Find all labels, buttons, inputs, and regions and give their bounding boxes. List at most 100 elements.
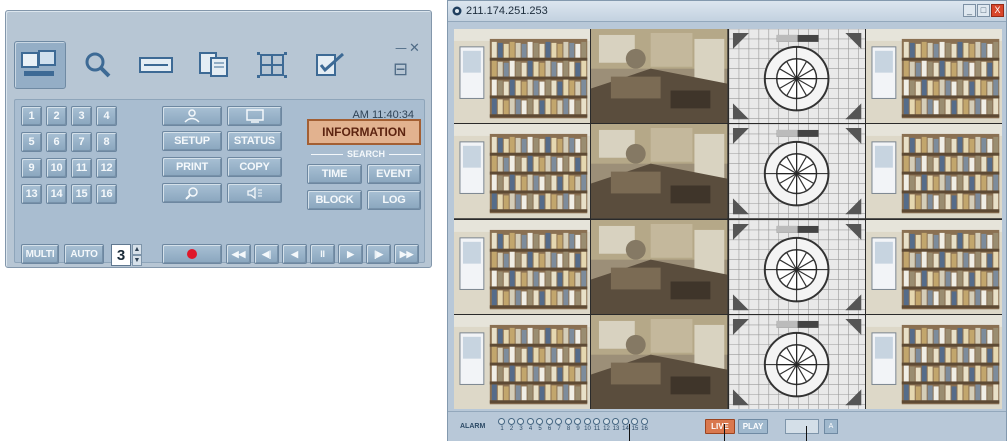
channel-button[interactable]: 4 <box>96 106 117 126</box>
log-search-button[interactable]: LOG <box>367 190 421 210</box>
alarm-led <box>574 418 581 425</box>
alarm-number: 1 <box>500 426 504 432</box>
channel-button[interactable]: 1 <box>21 106 42 126</box>
live-button[interactable]: LIVE <box>705 419 735 434</box>
camera-select-button[interactable] <box>162 106 222 126</box>
multi-screen-button[interactable] <box>246 41 298 89</box>
recorder-icon <box>139 57 173 73</box>
alarm-number: 8 <box>566 426 571 432</box>
camera-view-bookshelf[interactable] <box>454 124 591 219</box>
camera-view-bookshelf[interactable] <box>865 29 1002 124</box>
information-button[interactable]: INFORMATION <box>307 119 421 145</box>
annotation-tick <box>724 424 725 441</box>
spin-up-icon[interactable]: ▲ <box>132 244 142 255</box>
channel-button[interactable]: 7 <box>71 132 92 152</box>
record-button[interactable] <box>162 244 222 264</box>
channel-button[interactable]: 5 <box>21 132 42 152</box>
zoom-button[interactable] <box>162 183 222 203</box>
camera-view-office[interactable] <box>591 124 728 219</box>
auto-button[interactable]: AUTO <box>64 244 104 264</box>
camera-view-bookshelf[interactable] <box>865 219 1002 314</box>
fast-forward-icon[interactable]: ▶▶ <box>394 244 419 264</box>
step-back-icon[interactable]: ◀| <box>254 244 279 264</box>
alarm-led <box>545 418 553 425</box>
alarm-led <box>526 418 534 425</box>
close-icon[interactable]: ✕ <box>409 41 420 56</box>
camera-view-test-pattern[interactable] <box>728 124 865 219</box>
split-count-field[interactable]: 3 <box>111 244 131 266</box>
search-button[interactable] <box>72 41 124 89</box>
restore-icon[interactable]: ⊟ <box>393 59 408 80</box>
camera-view-bookshelf[interactable] <box>454 219 591 314</box>
print-button[interactable]: PRINT <box>162 157 222 177</box>
status-small-button[interactable]: A <box>824 419 838 434</box>
setup-button[interactable]: SETUP <box>162 131 222 151</box>
status-bar: ALARM 1 2 3 4 5 6 7 8 9 10 11 12 13 14 15 16 LIVE PLAY … <box>448 411 1006 441</box>
multi-button[interactable]: MULTI <box>21 244 59 264</box>
camera-view-office[interactable] <box>591 29 728 124</box>
camera-view-test-pattern[interactable] <box>728 219 865 314</box>
alarm-led <box>593 418 600 425</box>
viewer-window: 211.174.251.253 _ □ X ALARM 1 2 3 4 5 6 7 8 9 10 1… <box>447 0 1007 441</box>
channel-button[interactable]: 9 <box>21 158 42 178</box>
live-view-button[interactable] <box>14 41 66 89</box>
rewind-icon[interactable]: ◀◀ <box>226 244 251 264</box>
app-icon <box>452 6 462 16</box>
search-label: SEARCH <box>347 149 386 159</box>
checklist-icon <box>316 52 344 76</box>
camera-view-bookshelf[interactable] <box>865 314 1002 409</box>
channel-button[interactable]: 12 <box>96 158 117 178</box>
copy-button[interactable]: COPY <box>227 157 282 177</box>
time-search-button[interactable]: TIME <box>307 164 362 184</box>
monitor-select-button[interactable] <box>227 106 282 126</box>
pause-icon[interactable]: II <box>310 244 335 264</box>
alarm-led <box>631 418 638 425</box>
alarm-number: 5 <box>538 426 542 432</box>
channel-button[interactable]: 16 <box>96 184 117 204</box>
channel-button[interactable]: 13 <box>21 184 42 204</box>
channel-button[interactable]: 15 <box>71 184 92 204</box>
window-controls: — ✕ ⊟ <box>385 41 425 89</box>
channel-button[interactable]: 8 <box>96 132 117 152</box>
camera-view-bookshelf[interactable] <box>454 314 591 409</box>
maximize-button[interactable]: □ <box>977 4 990 17</box>
audio-button[interactable] <box>227 183 282 203</box>
record-icon <box>187 249 197 259</box>
channel-button[interactable]: 11 <box>71 158 92 178</box>
alarm-number: 12 <box>603 426 610 432</box>
alarm-led <box>564 418 572 425</box>
backup-button[interactable] <box>130 41 182 89</box>
channel-button[interactable]: 14 <box>46 184 67 204</box>
search-section-label: SEARCH <box>311 148 422 160</box>
minimize-button[interactable]: _ <box>963 4 976 17</box>
minimize-icon[interactable]: — <box>395 41 407 55</box>
camera-view-bookshelf[interactable] <box>865 124 1002 219</box>
screen-icon <box>245 109 264 123</box>
setup-checklist-button[interactable] <box>304 41 356 89</box>
camera-view-test-pattern[interactable] <box>728 314 865 409</box>
channel-button[interactable]: 10 <box>46 158 67 178</box>
camera-view-bookshelf[interactable] <box>454 29 591 124</box>
toolbar: — ✕ ⊟ <box>14 39 425 91</box>
channel-button[interactable]: 2 <box>46 106 67 126</box>
split-spinner[interactable]: ▲ ▼ <box>132 244 142 266</box>
alarm-number: 13 <box>612 426 620 432</box>
play-button[interactable]: PLAY <box>738 419 768 434</box>
quad-screen-icon <box>257 52 287 78</box>
channel-button[interactable]: 6 <box>46 132 67 152</box>
camera-view-office[interactable] <box>591 314 728 409</box>
channel-button[interactable]: 3 <box>71 106 92 126</box>
camera-view-test-pattern[interactable] <box>728 29 865 124</box>
close-button[interactable]: X <box>991 4 1004 17</box>
camera-view-office[interactable] <box>591 219 728 314</box>
status-button[interactable]: STATUS <box>227 131 282 151</box>
copy-button[interactable] <box>188 41 240 89</box>
event-search-button[interactable]: EVENT <box>367 164 421 184</box>
spin-down-icon[interactable]: ▼ <box>132 255 142 266</box>
play-icon[interactable]: ▶ <box>338 244 363 264</box>
annotation-tick <box>629 424 630 441</box>
reverse-play-icon[interactable]: ◀ <box>282 244 307 264</box>
block-search-button[interactable]: BLOCK <box>307 190 362 210</box>
step-forward-icon[interactable]: |▶ <box>366 244 391 264</box>
alarm-led <box>536 418 543 425</box>
